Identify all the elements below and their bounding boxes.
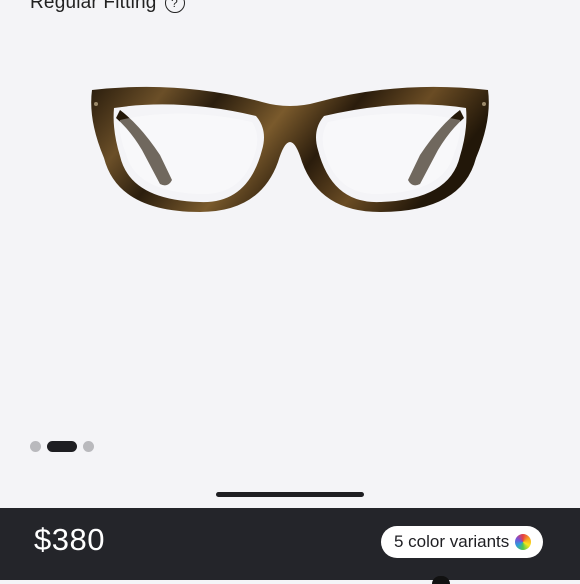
- pager-dot-2-active[interactable]: [47, 441, 77, 452]
- price-bar: $380 5 color variants: [0, 508, 580, 584]
- home-indicator[interactable]: [216, 492, 364, 497]
- bottom-handle: [432, 576, 450, 584]
- color-variants-button[interactable]: 5 color variants: [381, 526, 544, 558]
- pager-dot-3[interactable]: [83, 441, 94, 452]
- price: $380: [34, 522, 105, 557]
- pager-dot-1[interactable]: [30, 441, 41, 452]
- image-pager[interactable]: [30, 441, 94, 452]
- product-image[interactable]: [80, 80, 500, 220]
- fitting-label[interactable]: Regular Fitting ?: [30, 0, 185, 14]
- color-wheel-icon: [515, 534, 532, 550]
- color-variants-label: 5 color variants: [394, 532, 510, 551]
- help-icon[interactable]: ?: [164, 0, 185, 13]
- fitting-label-text: Regular Fitting: [30, 0, 157, 13]
- eyeglasses-icon: [91, 86, 489, 212]
